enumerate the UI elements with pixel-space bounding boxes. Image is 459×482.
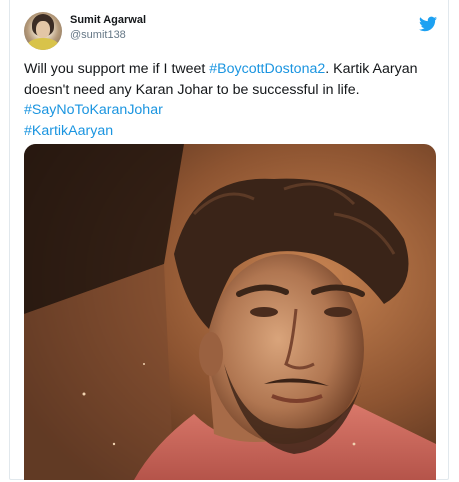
- avatar-face: [36, 21, 50, 38]
- selfie-photo-illustration: [24, 144, 436, 480]
- hashtag-kartikaaryan[interactable]: #KartikAaryan: [24, 123, 113, 139]
- tweet-card: Sumit Agarwal @sumit138 Will you support…: [9, 0, 449, 480]
- tweet-photo[interactable]: [24, 144, 436, 480]
- tweet-text-part-1: Will you support me if I tweet: [24, 61, 210, 77]
- avatar[interactable]: [24, 12, 62, 50]
- hashtag-saynotokaranjohar[interactable]: #SayNoToKaranJohar: [24, 102, 163, 118]
- twitter-bird-icon[interactable]: [419, 16, 437, 32]
- hashtag-boycottdostona2[interactable]: #BoycottDostona2: [209, 61, 325, 77]
- author-handle[interactable]: @sumit138: [70, 29, 126, 41]
- tweet-text: Will you support me if I tweet #BoycottD…: [24, 59, 442, 141]
- author-name[interactable]: Sumit Agarwal: [70, 14, 146, 26]
- avatar-shirt: [27, 38, 59, 50]
